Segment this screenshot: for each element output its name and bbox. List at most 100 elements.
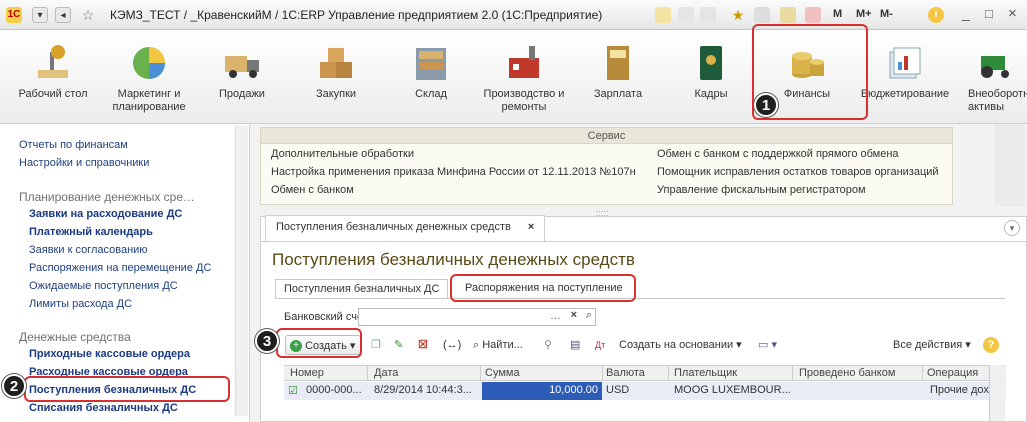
cell-sum[interactable]: 10,000.00 [482, 384, 598, 396]
favorites-icon[interactable]: ★ [730, 7, 746, 23]
sidebar-group-planning: Планирование денежных средств [19, 190, 199, 204]
cell-currency[interactable]: USD [606, 384, 629, 396]
tractor-icon [975, 42, 1017, 84]
annotation-badge-1: 1 [754, 93, 778, 117]
info-icon[interactable]: i [928, 7, 944, 23]
section-desktop[interactable]: Рабочий стол [8, 42, 98, 101]
service-link[interactable]: Обмен с банком с поддержкой прямого обме… [657, 148, 899, 160]
tool-icon[interactable] [655, 7, 671, 23]
post-icon[interactable]: (↔) [443, 335, 461, 355]
edit-icon[interactable]: ✎ [394, 335, 403, 355]
menu-icon[interactable]: ▾ [32, 7, 48, 23]
memory-minus-button[interactable]: M- [880, 8, 893, 20]
cell-operation[interactable]: Прочие дохо [930, 384, 990, 396]
column-payer[interactable]: Плательщик [674, 367, 737, 379]
cancel-search-icon[interactable]: ⚲ [544, 335, 552, 355]
sidebar-item-payment-calendar[interactable]: Платежный календарь [29, 226, 153, 238]
sidebar-item-noncash-writeoffs[interactable]: Списания безналичных ДС [29, 402, 178, 414]
table-row[interactable]: ☑ 0000-000... 8/29/2014 10:44:3... 10,00… [284, 382, 1006, 400]
memory-button[interactable]: M [833, 8, 842, 20]
close-tab-icon[interactable]: × [528, 221, 534, 233]
service-link[interactable]: Дополнительные обработки [271, 148, 414, 160]
factory-icon [503, 42, 545, 84]
tab-noncash-receipts[interactable]: Поступления безналичных ДС [275, 279, 449, 299]
document-tab[interactable]: Поступления безналичных денежных средств… [265, 215, 546, 241]
sidebar-item-expense-limits[interactable]: Лимиты расхода ДС [29, 298, 132, 310]
annotation-badge-3: 3 [255, 329, 279, 353]
tool-icon[interactable] [678, 7, 694, 23]
calendar-icon[interactable] [805, 7, 821, 23]
documents-chart-icon [884, 42, 926, 84]
create-based-on-button[interactable]: Создать на основании ▾ [619, 335, 742, 355]
section-purchases[interactable]: Закупки [291, 42, 381, 101]
print-icon[interactable]: ▭ ▾ [758, 335, 777, 355]
create-highlight [276, 328, 362, 358]
column-date[interactable]: Дата [374, 367, 398, 379]
bank-account-field[interactable]: … × ⌕ [358, 308, 596, 326]
minimize-icon[interactable]: _ [962, 5, 970, 21]
column-number[interactable]: Номер [290, 367, 324, 379]
delete-mark-icon[interactable]: ☒ [418, 335, 428, 355]
service-link[interactable]: Обмен с банком [271, 184, 354, 196]
memory-plus-button[interactable]: M+ [856, 8, 872, 20]
close-window-icon[interactable]: × [1008, 5, 1017, 22]
table-header: Номер Дата Сумма Валюта Плательщик Прове… [284, 365, 1006, 381]
column-bank-posted[interactable]: Проведено банком [799, 367, 895, 379]
tool-icon[interactable] [700, 7, 716, 23]
table-scrollbar[interactable] [989, 365, 1005, 421]
posted-doc-icon: ☑ [288, 385, 298, 397]
sidebar-scrollbar[interactable] [235, 126, 248, 416]
calculator-icon[interactable] [780, 7, 796, 23]
sidebar-item-approval-requests[interactable]: Заявки к согласованию [29, 244, 148, 256]
select-icon[interactable]: … [550, 310, 561, 322]
app-logo-icon[interactable]: 1C [6, 7, 22, 23]
receipt-orders-highlight [450, 274, 636, 302]
section-salary[interactable]: Зарплата [573, 42, 663, 101]
history-icon[interactable] [754, 7, 770, 23]
debit-credit-icon[interactable]: Дт [595, 335, 605, 355]
report-icon[interactable]: ▤ [570, 335, 580, 355]
section-budgeting[interactable]: Бюджетирование [860, 42, 950, 101]
sidebar-item-cash-receipts[interactable]: Приходные кассовые ордера [29, 348, 190, 360]
section-sales[interactable]: Продажи [197, 42, 287, 101]
help-button[interactable]: ? [983, 337, 999, 353]
desk-lamp-icon [32, 42, 74, 84]
search-icon[interactable]: ⌕ [586, 309, 592, 322]
section-marketing[interactable]: Маркетинг и планирование [104, 42, 194, 114]
sidebar-item-transfer-orders[interactable]: Распоряжения на перемещение ДС [29, 262, 211, 274]
column-operation[interactable]: Операция [927, 367, 978, 379]
cell-payer[interactable]: MOOG LUXEMBOUR... [674, 384, 791, 396]
shelves-icon [410, 42, 452, 84]
service-link[interactable]: Помощник исправления остатков товаров ор… [657, 166, 939, 178]
cell-date[interactable]: 8/29/2014 10:44:3... [374, 384, 472, 396]
scroll-down-icon[interactable]: ▾ [1004, 220, 1020, 236]
cell-number[interactable]: 0000-000... [306, 384, 362, 396]
service-link[interactable]: Настройка применения приказа Минфина Рос… [271, 166, 636, 178]
section-hr[interactable]: Кадры [666, 42, 756, 101]
sidebar-item-finance-reports[interactable]: Отчеты по финансам [19, 139, 128, 151]
column-currency[interactable]: Валюта [606, 367, 645, 379]
sidebar-item-expense-requests[interactable]: Заявки на расходование ДС [29, 208, 182, 220]
passport-icon [690, 42, 732, 84]
favorite-star-icon[interactable]: ☆ [80, 7, 96, 23]
service-link[interactable]: Управление фискальным регистратором [657, 184, 866, 196]
maximize-icon[interactable]: □ [985, 6, 993, 21]
clear-icon[interactable]: × [571, 309, 577, 321]
sidebar-item-expected-receipts[interactable]: Ожидаемые поступления ДС [29, 280, 178, 292]
sections-panel: Рабочий стол Маркетинг и планирование Пр… [0, 30, 1027, 124]
all-actions-button[interactable]: Все действия ▾ [893, 335, 971, 355]
section-warehouse[interactable]: Склад [386, 42, 476, 101]
find-button[interactable]: ⌕ Найти... [473, 335, 523, 355]
window-title: КЭМЗ_ТЕСТ / _КравенскийМ / 1С:ERP Управл… [110, 8, 603, 22]
document-tab-label: Поступления безналичных денежных средств [276, 221, 511, 233]
page-title: Поступления безналичных денежных средств [272, 250, 635, 269]
column-sum[interactable]: Сумма [485, 367, 520, 379]
section-fixed-assets[interactable]: Внеоборотные активы [950, 42, 1027, 114]
back-icon[interactable]: ◂ [55, 7, 71, 23]
sidebar-group-cash: Денежные средства [19, 330, 131, 344]
section-production[interactable]: Производство и ремонты [479, 42, 569, 114]
service-panel: Сервис Дополнительные обработки Настройк… [260, 127, 953, 205]
annotation-badge-2: 2 [2, 374, 26, 398]
copy-icon[interactable]: ❐ [371, 335, 381, 355]
sidebar-item-settings[interactable]: Настройки и справочники [19, 157, 149, 169]
